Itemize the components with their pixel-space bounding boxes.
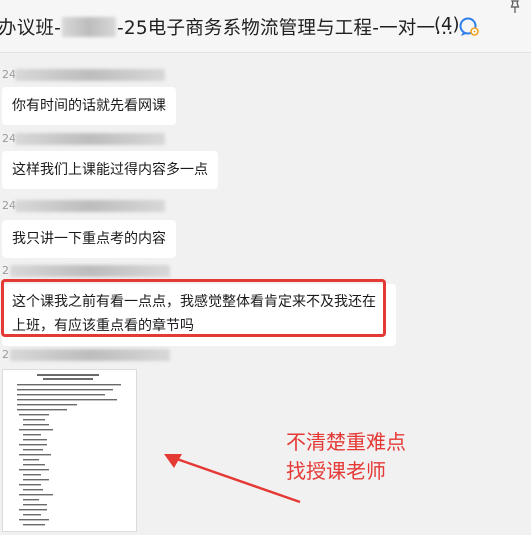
annotation-line-2: 找授课老师 (286, 459, 386, 483)
chat-title-suffix: -25电子商务系物流管理与工程-一对一... (116, 18, 454, 39)
annotation-line-1: 不清楚重难点 (286, 430, 406, 454)
chat-title[interactable]: 办议班- -25电子商务系物流管理与工程-一对一... (0, 14, 453, 40)
sender-prefix: 24 (2, 132, 16, 145)
member-count[interactable]: (4) (434, 14, 460, 35)
sender-prefix: 24 (2, 68, 16, 81)
message-text: 你有时间的话就先看网课 (12, 98, 166, 114)
pin-icon[interactable] (508, 0, 522, 14)
message-bubble[interactable]: 这样我们上课能过得内容多一点 (2, 151, 218, 189)
sender-line: 2 (0, 347, 200, 363)
sender-line: 2 (0, 263, 200, 279)
message-bubble[interactable]: 你有时间的话就先看网课 (2, 87, 176, 125)
chat-title-bar: 办议班- -25电子商务系物流管理与工程-一对一... (4) (0, 0, 531, 53)
redacted-sender (10, 349, 170, 361)
redacted-sender (10, 265, 170, 277)
message-bubble[interactable]: 我只讲一下重点考的内容 (2, 220, 176, 258)
sender-prefix: 24 (2, 199, 16, 212)
sender-prefix: 2 (2, 264, 9, 277)
message-text: 这样我们上课能过得内容多一点 (12, 162, 208, 178)
redacted-sender (15, 200, 165, 212)
document-preview-icon (17, 374, 121, 526)
sender-line: 24 (0, 131, 200, 147)
sender-line: 24 (0, 67, 200, 83)
sender-line: 24 (0, 198, 200, 214)
document-image-thumbnail[interactable] (2, 369, 137, 532)
redacted-sender (15, 133, 165, 145)
annotation-text: 不清楚重难点 找授课老师 (286, 428, 406, 486)
sender-prefix: 2 (2, 348, 9, 361)
redacted-name (61, 17, 116, 37)
message-text: 我只讲一下重点考的内容 (12, 231, 166, 247)
redacted-sender (15, 69, 165, 81)
chat-title-prefix: 办议班- (0, 18, 61, 39)
chat-bubble-icon[interactable] (458, 16, 480, 38)
highlight-box (1, 279, 386, 337)
